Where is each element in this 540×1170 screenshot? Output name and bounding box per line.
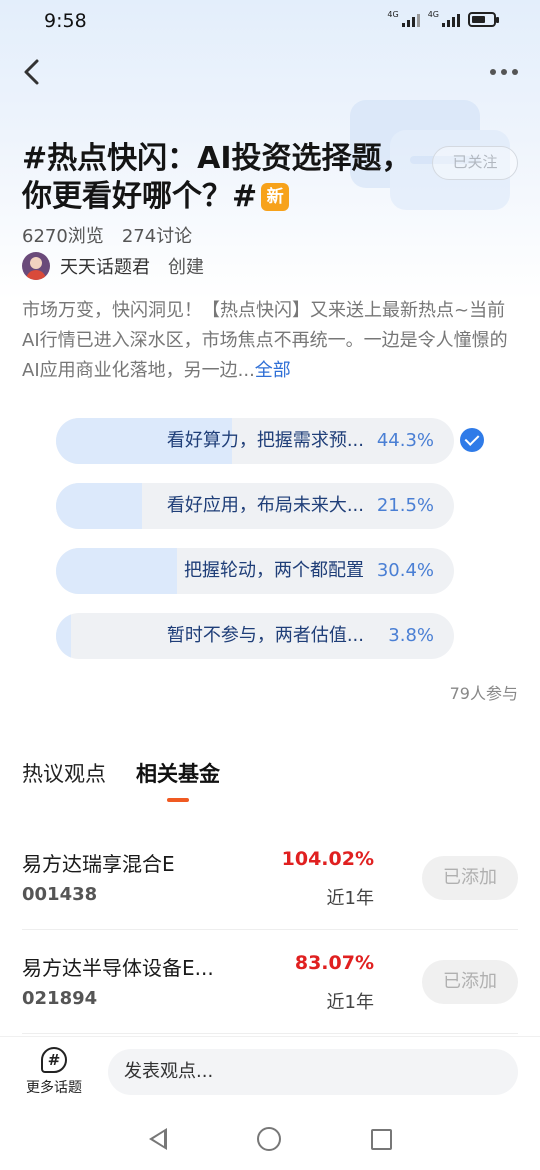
creator-role: 创建 (168, 257, 204, 278)
more-topics-button[interactable]: # 更多话题 (22, 1047, 86, 1097)
poll-option[interactable]: 暂时不参与，两者估值... 3.8% (56, 613, 454, 659)
expand-description-link[interactable]: 全部 (255, 360, 291, 381)
creator-info[interactable]: 天天话题君 创建 (22, 252, 204, 280)
new-badge: 新 (261, 183, 290, 211)
system-back-icon[interactable] (148, 1128, 167, 1150)
creator-name[interactable]: 天天话题君 (60, 253, 150, 279)
poll: 看好算力，把握需求预... 44.3% 看好应用，布局未来大... 21.5% … (56, 418, 516, 678)
comment-input[interactable]: 发表观点... (108, 1049, 518, 1095)
added-button[interactable]: 已添加 (422, 960, 518, 1004)
list-item[interactable]: 易方达半导体设备E... 021894 83.07% 近1年 已添加 (22, 930, 518, 1034)
poll-option-label: 看好算力，把握需求预... (166, 430, 364, 451)
poll-option-percent: 44.3% (376, 430, 434, 451)
more-options-button[interactable] (484, 56, 524, 88)
fund-period: 近1年 (326, 992, 374, 1013)
poll-option[interactable]: 看好算力，把握需求预... 44.3% (56, 418, 454, 464)
battery-icon (468, 11, 499, 27)
poll-option[interactable]: 看好应用，布局未来大... 21.5% (56, 483, 454, 529)
fund-period: 近1年 (326, 888, 374, 909)
topic-title: #热点快闪：AI投资选择题，你更看好哪个？# 新 (22, 141, 412, 214)
fund-name: 易方达半导体设备E... (22, 956, 214, 980)
poll-bar (56, 613, 72, 659)
selected-check-icon (460, 428, 484, 452)
fund-code: 001438 (22, 884, 98, 905)
signal-icon: 4G (387, 11, 420, 27)
system-home-icon[interactable] (256, 1127, 281, 1151)
view-count: 6270浏览 (22, 226, 104, 247)
poll-bar (56, 548, 177, 594)
list-item[interactable]: 易方达瑞享混合E 001438 104.02% 近1年 已添加 (22, 826, 518, 930)
hash-bubble-icon: # (41, 1047, 67, 1073)
system-recents-icon[interactable] (370, 1128, 392, 1150)
fund-name: 易方达瑞享混合E (22, 852, 175, 876)
fund-return: 104.02% (281, 848, 374, 870)
clock: 9:58 (44, 10, 87, 32)
poll-bar (56, 483, 142, 529)
system-navigation-bar (0, 1108, 540, 1170)
signal-icon: 4G (428, 11, 460, 27)
added-button[interactable]: 已添加 (422, 856, 518, 900)
poll-option-label: 看好应用，布局未来大... (166, 495, 364, 516)
poll-option-label: 暂时不参与，两者估值... (166, 625, 364, 646)
more-dots-icon (490, 69, 496, 75)
tab-related-funds[interactable]: 相关基金 (136, 758, 220, 802)
follow-button[interactable]: 已关注 (432, 146, 518, 180)
poll-option-percent: 3.8% (388, 625, 434, 646)
more-topics-label: 更多话题 (26, 1080, 82, 1096)
poll-option[interactable]: 把握轮动，两个都配置 30.4% (56, 548, 454, 594)
content-tabs: 热议观点 相关基金 (22, 758, 220, 802)
bottom-bar: # 更多话题 发表观点... (0, 1036, 540, 1108)
status-bar: 9:58 4G 4G (0, 0, 540, 44)
tab-hot-opinions[interactable]: 热议观点 (22, 758, 106, 802)
chevron-left-icon (24, 59, 39, 85)
topic-stats: 6270浏览 274讨论 (22, 222, 192, 248)
poll-option-percent: 30.4% (376, 560, 434, 581)
fund-code: 021894 (22, 988, 98, 1009)
topic-description: 市场万变，快闪洞见！【热点快闪】又来送上最新热点~当前AI行情已进入深水区，市场… (22, 300, 508, 381)
poll-option-percent: 21.5% (376, 495, 434, 516)
fund-return: 83.07% (294, 952, 374, 974)
avatar[interactable] (22, 252, 50, 280)
participant-count: 79人参与 (449, 684, 518, 703)
fund-list: 易方达瑞享混合E 001438 104.02% 近1年 已添加 易方达半导体设备… (22, 826, 518, 1034)
discussion-count: 274讨论 (121, 226, 193, 247)
back-button[interactable] (14, 54, 50, 90)
poll-option-label: 把握轮动，两个都配置 (184, 560, 364, 581)
